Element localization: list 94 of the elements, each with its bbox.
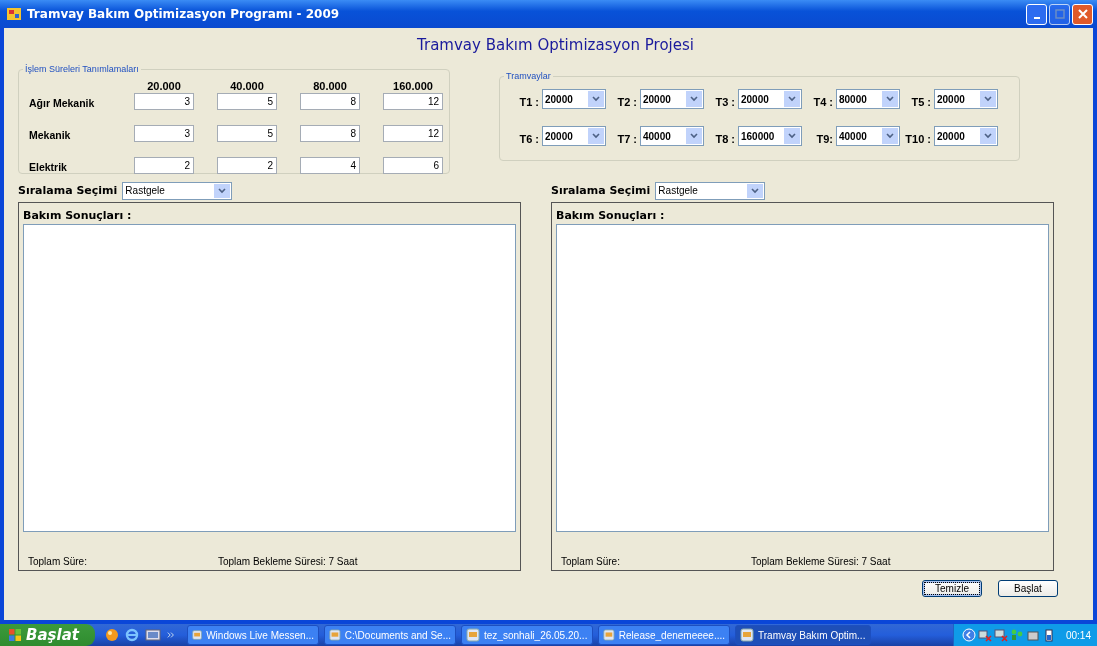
caret-icon xyxy=(751,187,760,194)
close-icon xyxy=(1077,9,1088,19)
results-label: Bakım Sonuçları : xyxy=(556,209,666,224)
duration-field[interactable]: 8 xyxy=(300,93,360,110)
tram-label: T1 : xyxy=(518,95,539,108)
tram-label: T7 : xyxy=(616,132,637,145)
caret-icon xyxy=(218,187,227,194)
tram-dropdown[interactable]: 20000 xyxy=(934,89,998,109)
column-header: 20.000 xyxy=(146,80,182,92)
network-icon[interactable] xyxy=(993,628,1008,642)
duration-field[interactable]: 5 xyxy=(217,125,277,142)
taskbar-item[interactable]: Tramvay Bakım Optim... xyxy=(735,625,871,645)
tram-label: T2 : xyxy=(616,95,637,108)
caret-icon xyxy=(592,133,600,139)
tram-label: T9: xyxy=(815,132,833,145)
tram-dropdown[interactable]: 80000 xyxy=(836,89,900,109)
sort-dropdown[interactable]: Rastgele xyxy=(655,181,766,200)
results-label: Bakım Sonuçları : xyxy=(23,209,133,224)
window-icon xyxy=(603,628,615,642)
duration-field[interactable]: 2 xyxy=(217,157,277,174)
clock: 00:14 xyxy=(1065,629,1091,641)
column-header: 40.000 xyxy=(229,80,265,92)
tram-dropdown[interactable]: 160000 xyxy=(738,126,802,146)
caret-icon xyxy=(984,96,992,102)
caret-icon xyxy=(788,96,796,102)
tram-dropdown[interactable]: 20000 xyxy=(738,89,802,109)
group-title: Tramvaylar xyxy=(505,71,552,81)
caret-icon xyxy=(690,96,698,102)
minimize-button[interactable] xyxy=(1026,3,1047,25)
tram-label: T3 : xyxy=(714,95,735,108)
duration-field[interactable]: 12 xyxy=(383,93,443,110)
tram-label: T8 : xyxy=(714,132,735,145)
duration-field[interactable]: 8 xyxy=(300,125,360,142)
duration-field[interactable]: 2 xyxy=(134,157,194,174)
duration-field[interactable]: 3 xyxy=(134,125,194,142)
window-title: Tramvay Bakım Optimizasyon Programı - 2009 xyxy=(27,7,340,21)
window-icon xyxy=(466,628,480,642)
windows-logo-icon xyxy=(8,628,22,642)
window-icon xyxy=(192,628,203,642)
tram-dropdown[interactable]: 20000 xyxy=(640,89,704,109)
app-icon xyxy=(6,6,22,22)
group-title: İşlem Süreleri Tanımlamaları xyxy=(24,64,140,74)
tram-dropdown[interactable]: 40000 xyxy=(836,126,900,146)
tram-dropdown[interactable]: 20000 xyxy=(542,89,606,109)
window-icon xyxy=(740,628,754,642)
duration-field[interactable]: 6 xyxy=(383,157,443,174)
tram-dropdown[interactable]: 20000 xyxy=(542,126,606,146)
app-heading: Tramvay Bakım Optimizasyon Projesi xyxy=(416,36,695,54)
minimize-icon xyxy=(1033,17,1040,19)
duration-field[interactable]: 5 xyxy=(217,93,277,110)
waiting-time-label: Toplam Bekleme Süresi: 7 Saat xyxy=(750,556,891,567)
chevron-icon[interactable] xyxy=(167,631,175,639)
sort-label: Sıralama Seçimi xyxy=(551,184,651,197)
device-icon[interactable] xyxy=(1025,628,1040,642)
tram-label: T10 : xyxy=(904,132,931,145)
window-icon xyxy=(329,628,341,642)
duration-field[interactable]: 12 xyxy=(383,125,443,142)
total-time-label: Toplam Süre: xyxy=(561,556,620,567)
taskbar-item[interactable]: Windows Live Messen... xyxy=(187,625,319,645)
caret-icon xyxy=(984,133,992,139)
maximize-icon xyxy=(1054,9,1065,19)
action-button[interactable]: Başlat xyxy=(998,580,1058,597)
total-time-label: Toplam Süre: xyxy=(28,556,87,567)
column-header: 160.000 xyxy=(392,80,434,92)
ball-icon[interactable] xyxy=(105,628,119,642)
row-label: Mekanik xyxy=(29,128,72,142)
sort-label: Sıralama Seçimi xyxy=(18,184,118,197)
network-icon[interactable] xyxy=(977,628,992,642)
tram-dropdown[interactable]: 20000 xyxy=(934,126,998,146)
duration-field[interactable]: 3 xyxy=(134,93,194,110)
sort-dropdown[interactable]: Rastgele xyxy=(122,181,233,200)
start-button[interactable]: Başlat xyxy=(0,624,95,646)
row-label: Elektrik xyxy=(29,160,68,174)
tram-label: T5 : xyxy=(910,95,931,108)
taskbar-item[interactable]: Release_denemeeee.... xyxy=(598,625,730,645)
maximize-button[interactable] xyxy=(1049,3,1070,25)
tram-label: T6 : xyxy=(518,132,539,145)
duration-field[interactable]: 4 xyxy=(300,157,360,174)
browser-icon[interactable] xyxy=(125,628,139,642)
taskbar-item[interactable]: C:\Documents and Se... xyxy=(324,625,456,645)
caret-icon xyxy=(886,96,894,102)
action-button[interactable]: Temizle xyxy=(922,580,982,597)
taskbar-item[interactable]: tez_sonhali_26.05.20... xyxy=(461,625,593,645)
row-label: Ağır Mekanik xyxy=(29,96,96,110)
tram-dropdown[interactable]: 40000 xyxy=(640,126,704,146)
waiting-time-label: Toplam Bekleme Süresi: 7 Saat xyxy=(217,556,358,567)
caret-icon xyxy=(788,133,796,139)
caret-icon xyxy=(592,96,600,102)
caret-icon xyxy=(886,133,894,139)
caret-icon xyxy=(690,133,698,139)
column-header: 80.000 xyxy=(312,80,348,92)
close-button[interactable] xyxy=(1072,3,1093,25)
desktop-icon[interactable] xyxy=(145,628,161,642)
tram-label: T4 : xyxy=(812,95,833,108)
